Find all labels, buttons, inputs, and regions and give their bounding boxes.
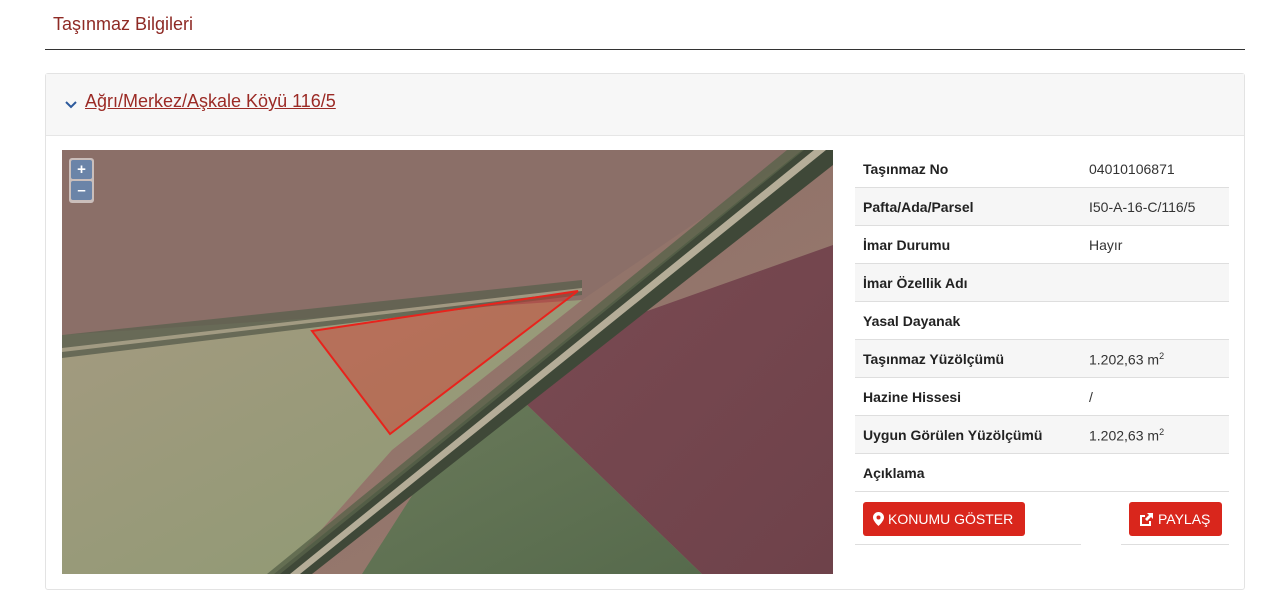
info-value: / <box>1089 389 1093 405</box>
zoom-in-button[interactable]: + <box>71 160 92 179</box>
map-marker-icon <box>873 512 884 526</box>
info-row-aciklama: Açıklama <box>855 454 1229 492</box>
map-imagery <box>62 150 833 574</box>
info-row-tasinmaz-no: Taşınmaz No 04010106871 <box>855 150 1229 188</box>
chevron-down-icon[interactable] <box>63 98 79 112</box>
zoom-control: + – <box>69 158 94 203</box>
info-row-imar-ozellik: İmar Özellik Adı <box>855 264 1229 302</box>
share-icon <box>1140 513 1153 526</box>
property-info-table: Taşınmaz No 04010106871 Pafta/Ada/Parsel… <box>855 150 1229 546</box>
info-label: İmar Özellik Adı <box>863 275 968 291</box>
info-row-yuzolcumu: Taşınmaz Yüzölçümü 1.202,63 m2 <box>855 340 1229 378</box>
action-buttons: KONUMU GÖSTER PAYLAŞ <box>855 492 1229 546</box>
divider <box>855 544 1081 545</box>
info-label: Taşınmaz Yüzölçümü <box>863 351 1005 367</box>
show-location-button[interactable]: KONUMU GÖSTER <box>863 502 1026 536</box>
info-row-uygun-yuzolcumu: Uygun Görülen Yüzölçümü 1.202,63 m2 <box>855 416 1229 454</box>
property-panel: Ağrı/Merkez/Aşkale Köyü 116/5 + – Taşınm… <box>45 73 1245 590</box>
info-row-hazine-hissesi: Hazine Hissesi / <box>855 378 1229 416</box>
page-title: Taşınmaz Bilgileri <box>53 14 194 34</box>
info-label: Hazine Hissesi <box>863 389 962 405</box>
property-location-link[interactable]: Ağrı/Merkez/Aşkale Köyü 116/5 <box>85 91 336 112</box>
panel-header[interactable]: Ağrı/Merkez/Aşkale Köyü 116/5 <box>46 74 1244 136</box>
unit-superscript: 2 <box>1159 427 1165 437</box>
info-value: 04010106871 <box>1089 161 1175 177</box>
info-label: Taşınmaz No <box>863 161 949 177</box>
info-value: 1.202,63 m2 <box>1089 351 1165 368</box>
info-label: Yasal Dayanak <box>863 313 961 329</box>
show-location-label: KONUMU GÖSTER <box>888 511 1014 527</box>
share-button[interactable]: PAYLAŞ <box>1129 502 1223 536</box>
zoom-out-button[interactable]: – <box>71 181 92 200</box>
info-row-pafta: Pafta/Ada/Parsel I50-A-16-C/116/5 <box>855 188 1229 226</box>
info-label: İmar Durumu <box>863 237 951 253</box>
info-value: Hayır <box>1089 237 1123 253</box>
info-row-imar-durumu: İmar Durumu Hayır <box>855 226 1229 264</box>
satellite-map[interactable]: + – <box>62 150 833 574</box>
info-label: Pafta/Ada/Parsel <box>863 199 974 215</box>
info-row-yasal-dayanak: Yasal Dayanak <box>855 302 1229 340</box>
share-label: PAYLAŞ <box>1158 511 1211 527</box>
info-label: Açıklama <box>863 465 925 481</box>
divider <box>1121 544 1229 545</box>
unit-superscript: 2 <box>1159 351 1165 361</box>
info-label: Uygun Görülen Yüzölçümü <box>863 427 1043 443</box>
title-divider <box>45 49 1245 50</box>
info-value: I50-A-16-C/116/5 <box>1089 199 1196 215</box>
info-value: 1.202,63 m2 <box>1089 427 1165 444</box>
